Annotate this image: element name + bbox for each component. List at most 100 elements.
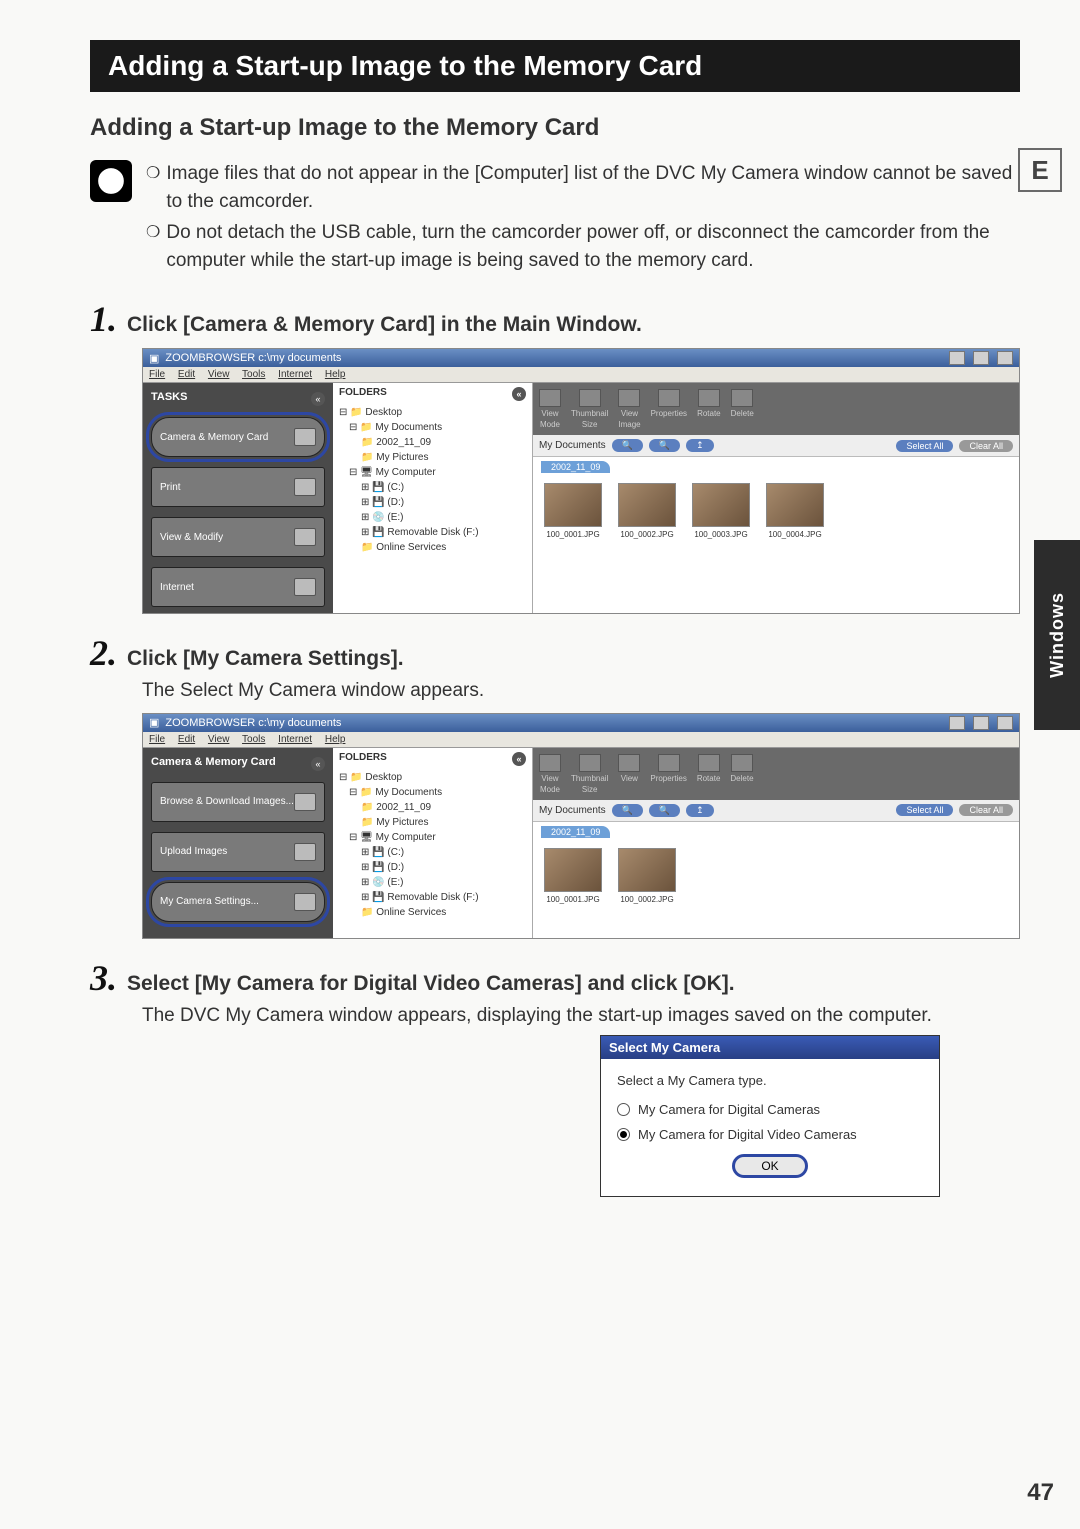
zoom-in-icon[interactable]: 🔍 <box>612 804 643 817</box>
tree-online[interactable]: 📁 Online Services <box>361 540 526 555</box>
tree-drive-c[interactable]: ⊞ 💾 (C:) <box>361 845 526 860</box>
ok-button[interactable]: OK <box>732 1154 807 1178</box>
dialog-label: Select a My Camera type. <box>617 1073 923 1088</box>
tree-drive-f[interactable]: ⊞ 💾 Removable Disk (F:) <box>361 890 526 905</box>
toolbar-delete-label: Delete <box>731 409 754 418</box>
minimize-button[interactable] <box>949 351 965 365</box>
view-mode-icon[interactable] <box>539 389 561 407</box>
thumbnail-icon[interactable] <box>579 754 601 772</box>
view-image-icon[interactable] <box>618 754 640 772</box>
menu-view[interactable]: View <box>208 369 230 380</box>
view-modify-button[interactable]: View & Modify <box>151 517 325 557</box>
thumbnail-item[interactable]: 100_0003.JPG <box>689 483 753 539</box>
thumbnail-image <box>544 483 602 527</box>
thumbnail-item[interactable]: 100_0002.JPG <box>615 483 679 539</box>
menu-help[interactable]: Help <box>325 734 346 745</box>
zoom-out-icon[interactable]: 🔍 <box>649 439 680 452</box>
edit-icon <box>294 528 316 546</box>
collapse-icon[interactable]: « <box>311 392 325 406</box>
thumbnail-caption: 100_0002.JPG <box>620 895 673 904</box>
tree-drive-c[interactable]: ⊞ 💾 (C:) <box>361 480 526 495</box>
tree-date[interactable]: 📁 2002_11_09 <box>361 435 526 450</box>
menu-internet[interactable]: Internet <box>278 734 312 745</box>
camera-memory-card-button[interactable]: Camera & Memory Card <box>151 417 325 457</box>
menu-file[interactable]: File <box>149 734 165 745</box>
globe-icon <box>294 578 316 596</box>
thumbnail-item[interactable]: 100_0001.JPG <box>541 483 605 539</box>
tree-drive-f[interactable]: ⊞ 💾 Removable Disk (F:) <box>361 525 526 540</box>
bullet-icon: ❍ <box>146 219 160 274</box>
menu-bar[interactable]: File Edit View Tools Internet Help <box>143 732 1019 748</box>
menu-file[interactable]: File <box>149 369 165 380</box>
print-button[interactable]: Print <box>151 467 325 507</box>
select-all-button[interactable]: Select All <box>896 804 953 816</box>
collapse-icon[interactable]: « <box>311 757 325 771</box>
date-group-tab[interactable]: 2002_11_09 <box>541 826 610 838</box>
view-mode-icon[interactable] <box>539 754 561 772</box>
menu-bar[interactable]: File Edit View Tools Internet Help <box>143 367 1019 383</box>
toolbar-viewimg-label: View <box>621 774 638 783</box>
toolbar-thumb-label: Thumbnail <box>571 774 608 783</box>
date-group-tab[interactable]: 2002_11_09 <box>541 461 610 473</box>
tree-pictures[interactable]: 📁 My Pictures <box>361 815 526 830</box>
tree-date[interactable]: 📁 2002_11_09 <box>361 800 526 815</box>
menu-edit[interactable]: Edit <box>178 369 195 380</box>
menu-internet[interactable]: Internet <box>278 369 312 380</box>
browse-download-label: Browse & Download Images... <box>160 796 294 807</box>
rotate-icon[interactable] <box>698 389 720 407</box>
tree-mydocs[interactable]: ⊟ 📁 My Documents <box>349 785 526 800</box>
menu-edit[interactable]: Edit <box>178 734 195 745</box>
radio-digital-video-cameras[interactable]: My Camera for Digital Video Cameras <box>617 1127 923 1142</box>
thumbnail-image <box>766 483 824 527</box>
thumbnail-item[interactable]: 100_0001.JPG <box>541 848 605 904</box>
tree-computer[interactable]: ⊟ 🖥 My Computer <box>349 465 526 480</box>
tree-online[interactable]: 📁 Online Services <box>361 905 526 920</box>
toolbar: ViewMode ThumbnailSize ViewImage Propert… <box>533 383 1019 435</box>
collapse-icon[interactable]: « <box>512 752 526 766</box>
tree-desktop[interactable]: ⊟ 📁 Desktop <box>339 770 526 785</box>
properties-icon[interactable] <box>658 754 680 772</box>
maximize-button[interactable] <box>973 716 989 730</box>
tree-drive-e[interactable]: ⊞ 💿 (E:) <box>361 875 526 890</box>
menu-help[interactable]: Help <box>325 369 346 380</box>
tree-pictures[interactable]: 📁 My Pictures <box>361 450 526 465</box>
tree-computer[interactable]: ⊟ 🖥 My Computer <box>349 830 526 845</box>
clear-all-button[interactable]: Clear All <box>959 440 1013 452</box>
my-camera-settings-button[interactable]: My Camera Settings... <box>151 882 325 922</box>
menu-view[interactable]: View <box>208 734 230 745</box>
tree-drive-d[interactable]: ⊞ 💾 (D:) <box>361 495 526 510</box>
delete-icon[interactable] <box>731 754 753 772</box>
internet-button[interactable]: Internet <box>151 567 325 607</box>
thumbnail-icon[interactable] <box>579 389 601 407</box>
minimize-button[interactable] <box>949 716 965 730</box>
thumbnail-item[interactable]: 100_0004.JPG <box>763 483 827 539</box>
folder-tree[interactable]: ⊟ 📁 Desktop ⊟ 📁 My Documents 📁 2002_11_0… <box>339 770 526 920</box>
close-button[interactable] <box>997 351 1013 365</box>
zoom-in-icon[interactable]: 🔍 <box>612 439 643 452</box>
folder-tree[interactable]: ⊟ 📁 Desktop ⊟ 📁 My Documents 📁 2002_11_0… <box>339 405 526 555</box>
view-image-icon[interactable] <box>618 389 640 407</box>
radio-digital-cameras[interactable]: My Camera for Digital Cameras <box>617 1102 923 1117</box>
rotate-icon[interactable] <box>698 754 720 772</box>
up-icon[interactable]: ↥ <box>686 804 714 817</box>
tree-drive-d[interactable]: ⊞ 💾 (D:) <box>361 860 526 875</box>
thumbnail-caption: 100_0001.JPG <box>546 895 599 904</box>
properties-icon[interactable] <box>658 389 680 407</box>
menu-tools[interactable]: Tools <box>242 369 265 380</box>
up-icon[interactable]: ↥ <box>686 439 714 452</box>
menu-tools[interactable]: Tools <box>242 734 265 745</box>
maximize-button[interactable] <box>973 351 989 365</box>
tree-drive-e[interactable]: ⊞ 💿 (E:) <box>361 510 526 525</box>
delete-icon[interactable] <box>731 389 753 407</box>
clear-all-button[interactable]: Clear All <box>959 804 1013 816</box>
select-all-button[interactable]: Select All <box>896 440 953 452</box>
tree-desktop[interactable]: ⊟ 📁 Desktop <box>339 405 526 420</box>
browse-download-button[interactable]: Browse & Download Images... <box>151 782 325 822</box>
collapse-icon[interactable]: « <box>512 387 526 401</box>
thumbnail-item[interactable]: 100_0002.JPG <box>615 848 679 904</box>
camera-icon <box>294 793 316 811</box>
tree-mydocs[interactable]: ⊟ 📁 My Documents <box>349 420 526 435</box>
zoom-out-icon[interactable]: 🔍 <box>649 804 680 817</box>
upload-images-button[interactable]: Upload Images <box>151 832 325 872</box>
close-button[interactable] <box>997 716 1013 730</box>
